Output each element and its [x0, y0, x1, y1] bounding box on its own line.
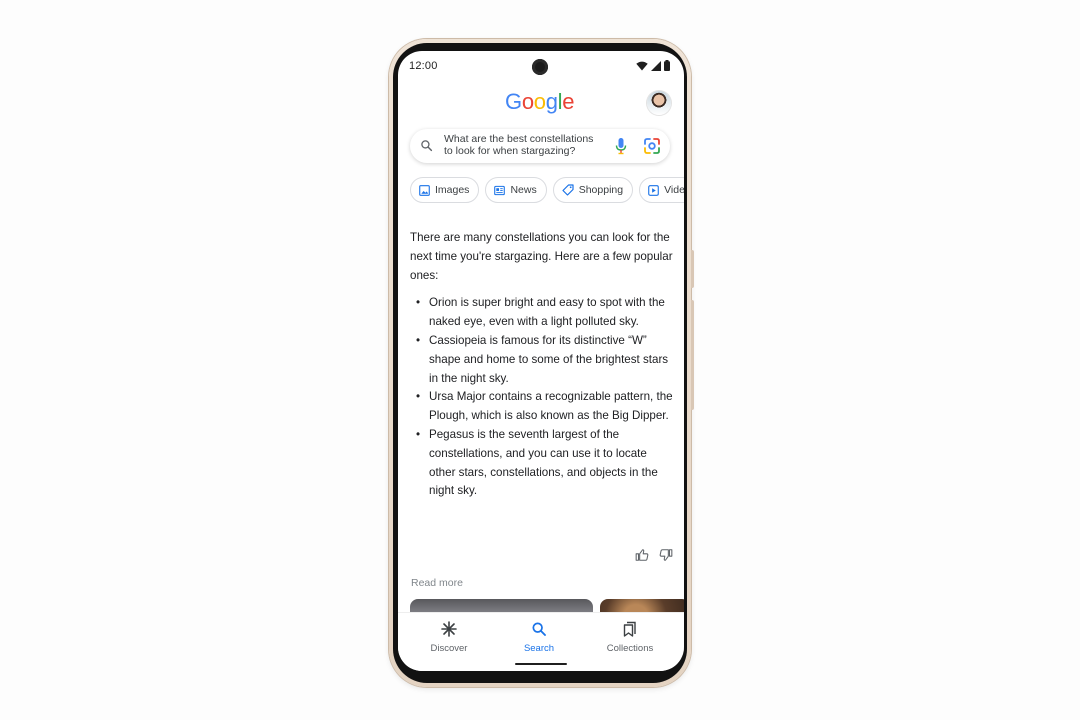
- nav-item-search[interactable]: Search: [499, 621, 579, 654]
- status-time: 12:00: [409, 60, 438, 72]
- chip-images[interactable]: Images: [410, 177, 480, 203]
- search-box[interactable]: What are the best constellations to look…: [410, 129, 670, 163]
- chip-news[interactable]: News: [485, 177, 547, 203]
- tag-icon: [562, 184, 574, 196]
- cellular-signal-icon: [651, 60, 661, 71]
- search-query-line: to look for when stargazing?: [444, 144, 576, 157]
- chip-label: News: [510, 184, 537, 196]
- list-item: Orion is super bright and easy to spot w…: [416, 294, 676, 332]
- bottom-navigation: Discover Search Collections: [398, 612, 684, 671]
- nav-label: Collections: [606, 643, 654, 654]
- bookmark-collections-icon: [623, 621, 636, 637]
- filter-chips: Images News Shopping Vide: [410, 177, 684, 203]
- logo-letter: o: [533, 89, 546, 114]
- google-logo: Google: [505, 89, 574, 115]
- stage: 12:00 Google What are the best constella…: [0, 0, 1080, 720]
- ai-answer: There are many constellations you can lo…: [410, 229, 676, 501]
- chip-label: Shopping: [578, 184, 624, 196]
- search-icon: [532, 622, 546, 636]
- play-icon: [648, 184, 659, 196]
- list-item: Ursa Major contains a recognizable patte…: [416, 388, 676, 426]
- nav-item-collections[interactable]: Collections: [590, 621, 670, 654]
- logo-letter: g: [545, 89, 558, 114]
- logo-letter: e: [562, 89, 575, 114]
- logo-letter: o: [521, 89, 534, 114]
- image-icon: [419, 184, 430, 196]
- thumbs-down-icon[interactable]: [659, 548, 673, 562]
- user-avatar[interactable]: [647, 91, 671, 115]
- read-more-label: Read more: [411, 577, 463, 589]
- chip-shopping[interactable]: Shopping: [552, 177, 634, 203]
- status-icons: [636, 60, 670, 71]
- lens-icon[interactable]: [643, 137, 661, 155]
- nav-label: Discover: [430, 643, 468, 654]
- power-button: [691, 300, 694, 410]
- wifi-icon: [636, 61, 648, 70]
- search-query-line: What are the best constellations: [444, 133, 594, 145]
- asterisk-icon: [441, 621, 457, 637]
- nav-label: Search: [523, 643, 555, 654]
- list-item: Cassiopeia is famous for its distinctive…: [416, 332, 676, 388]
- battery-icon: [664, 60, 670, 71]
- search-query[interactable]: What are the best constellations to look…: [444, 133, 614, 157]
- answer-intro: There are many constellations you can lo…: [410, 231, 673, 282]
- logo-letter: G: [505, 89, 522, 114]
- list-item: Pegasus is the seventh largest of the co…: [416, 426, 676, 501]
- nav-item-discover[interactable]: Discover: [409, 621, 489, 654]
- thumbs-up-icon[interactable]: [635, 548, 649, 562]
- news-icon: [494, 185, 506, 195]
- chip-label: Images: [435, 184, 470, 196]
- chip-label: Vide: [664, 184, 684, 196]
- answer-list: Orion is super bright and easy to spot w…: [410, 294, 676, 501]
- volume-button: [691, 250, 694, 288]
- phone-screen: 12:00 Google What are the best constella…: [398, 51, 684, 671]
- front-camera: [532, 59, 548, 75]
- search-icon: [421, 140, 433, 152]
- mic-icon[interactable]: [615, 137, 627, 155]
- active-tab-indicator: [515, 663, 567, 665]
- chip-videos[interactable]: Vide: [639, 177, 684, 203]
